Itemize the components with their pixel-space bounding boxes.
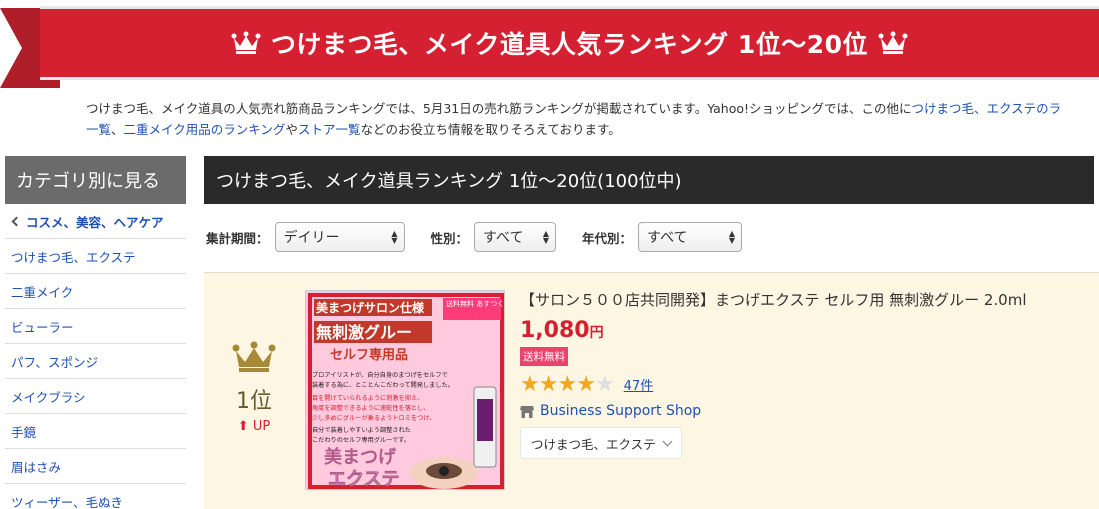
star-icon: ★: [557, 372, 577, 397]
description-line-2: 一覧、二重メイク用品のランキングやストア一覧などのお役立ち情報を取りそろえており…: [86, 119, 1099, 140]
list-link[interactable]: 一覧: [86, 122, 111, 137]
product-info: 【サロン５００店共同開発】まつげエクステ セルフ用 無刺激グルー 2.0ml 1…: [520, 289, 1095, 459]
sidebar-item-label: コスメ、美容、ヘアケア: [26, 214, 164, 230]
product-image-graphic: 美まつげサロン仕様 送料無料 あすつく対応 無刺激グルー セルフ専用品 プロアイ…: [306, 291, 505, 490]
description-line-1: つけまつ毛、メイク道具の人気売れ筋商品ランキングでは、5月31日の売れ筋ランキン…: [86, 98, 1099, 119]
sidebar-item-mirror[interactable]: 手鏡: [5, 414, 186, 449]
sidebar-heading: カテゴリ別に見る: [5, 156, 186, 204]
image-body-4: 角度を調整できるように速乾性を落とし、: [312, 404, 429, 412]
star-empty-icon: ★: [594, 372, 615, 397]
rating-stars: ★★★★★: [520, 372, 615, 397]
banner: つけまつ毛、メイク道具人気ランキング 1位〜20位: [0, 0, 1099, 88]
description-text: つけまつ毛、メイク道具の人気売れ筋商品ランキングでは、5月31日の売れ筋ランキン…: [86, 101, 912, 116]
image-brand-2: エクステ: [328, 469, 399, 490]
shop-row: Business Support Shop: [520, 403, 1095, 419]
double-eyelid-ranking-link[interactable]: 二重メイク用品のランキング: [124, 122, 286, 137]
age-label: 年代別：: [582, 230, 633, 246]
gender-select[interactable]: すべて ▲ ▼: [474, 222, 557, 252]
period-label: 集計期間：: [206, 230, 269, 246]
category-tag[interactable]: つけまつ毛、エクステ: [520, 427, 682, 459]
product-price: 1,080円: [520, 318, 1095, 343]
image-side-label: 送料無料 あすつく対応: [446, 299, 505, 308]
connector-text: や: [285, 122, 298, 137]
image-body-3: 目を開けていられるように刺激を抑え、: [312, 394, 423, 402]
product-rating: ★★★★★ 47件: [520, 372, 1095, 397]
ranking-description: つけまつ毛、メイク道具の人気売れ筋商品ランキングでは、5月31日の売れ筋ランキン…: [86, 98, 1099, 140]
star-icon: ★: [576, 372, 596, 397]
sidebar-item-label: パフ、スポンジ: [11, 354, 99, 370]
ranking-item: 1位 ⬆ UP 美まつげサロン仕様 送料無料 あすつく対応 無刺激グルー セルフ…: [204, 272, 1099, 509]
image-top-label: 美まつげサロン仕様: [316, 300, 425, 315]
star-icon: ★: [520, 372, 540, 397]
banner-title: つけまつ毛、メイク道具人気ランキング 1位〜20位: [270, 30, 869, 59]
sidebar-item-label: 二重メイク: [11, 284, 74, 300]
select-arrows-icon: ▲ ▼: [391, 229, 398, 245]
price-unit: 円: [589, 325, 604, 341]
rank-change: ⬆ UP: [230, 419, 278, 434]
shop-link[interactable]: Business Support Shop: [540, 403, 701, 419]
sidebar-item-label: 眉はさみ: [11, 459, 62, 475]
select-arrows-icon: ▲ ▼: [728, 229, 736, 245]
age-select[interactable]: すべて ▲ ▼: [638, 222, 743, 252]
price-value: 1,080: [520, 318, 590, 343]
review-count-link[interactable]: 47件: [624, 375, 654, 394]
filter-bar: 集計期間： デイリー ▲ ▼ 性別： すべて ▲ ▼ 年代別： すべて ▲ ▼: [206, 222, 768, 252]
sidebar-item-puff[interactable]: パフ、スポンジ: [5, 344, 186, 379]
sidebar-item-scissors[interactable]: 眉はさみ: [5, 449, 186, 484]
banner-heading: つけまつ毛、メイク道具人気ランキング 1位〜20位: [231, 25, 908, 61]
separator-text: 、: [111, 122, 124, 137]
sidebar-item-tweezers[interactable]: ツィーザー、毛ぬき: [5, 484, 186, 509]
crown-icon: [231, 31, 261, 54]
ranking-heading: つけまつ毛、メイク道具ランキング 1位〜20位(100位中): [204, 156, 1094, 204]
period-select[interactable]: デイリー ▲ ▼: [274, 222, 405, 252]
sidebar-item-label: 手鏡: [11, 424, 37, 440]
chevron-left-icon: [11, 216, 22, 226]
description-tail: などのお役立ち情報を取りそろえております。: [360, 122, 621, 137]
rank-change-label: UP: [252, 419, 271, 434]
sidebar-item-label: メイクブラシ: [11, 389, 86, 405]
sidebar-item-curler[interactable]: ビューラー: [5, 309, 186, 344]
chevron-down-icon: [662, 436, 673, 446]
banner-bar: つけまつ毛、メイク道具人気ランキング 1位〜20位: [40, 6, 1099, 80]
rank-number: 1位: [236, 389, 272, 414]
crown-icon: [232, 341, 276, 372]
period-select-value: デイリー: [283, 230, 340, 246]
sidebar-item-parent[interactable]: コスメ、美容、ヘアケア: [5, 204, 186, 239]
image-brand-1: 美まつげ: [324, 446, 397, 468]
sidebar-item-eyelash[interactable]: つけまつ毛、エクステ: [5, 239, 186, 274]
category-tag-label: つけまつ毛、エクステ: [531, 436, 656, 452]
arrow-up-icon: ⬆: [237, 419, 249, 434]
product-image[interactable]: 美まつげサロン仕様 送料無料 あすつく対応 無刺激グルー セルフ専用品 プロアイ…: [305, 290, 505, 490]
image-body-6: 自分で装着しやすいよう調整された: [312, 426, 411, 434]
sidebar-item-double-eyelid[interactable]: 二重メイク: [5, 274, 186, 309]
image-body-2: 装着する為に、とことんこだわって開発しました。: [312, 381, 454, 389]
sidebar-item-label: ツィーザー、毛ぬき: [11, 494, 123, 509]
star-icon: ★: [538, 372, 559, 397]
image-body-5: 少し多めにグルーが乗るようトロミをつけ、: [312, 414, 435, 422]
image-body-7: こだわりのセルフ専用グルーです。: [312, 436, 410, 444]
sidebar-item-label: ビューラー: [11, 319, 74, 335]
sidebar-item-brush[interactable]: メイクブラシ: [5, 379, 186, 414]
eyelash-ranking-link[interactable]: つけまつ毛、エクステのラ: [912, 101, 1062, 116]
category-sidebar: カテゴリ別に見る コスメ、美容、ヘアケア つけまつ毛、エクステ 二重メイク ビュ…: [5, 156, 186, 509]
image-subhead: セルフ専用品: [330, 347, 408, 363]
store-icon: [520, 405, 534, 418]
crown-icon: [878, 31, 908, 54]
age-select-value: すべて: [647, 230, 688, 246]
select-arrows-icon: ▲ ▼: [542, 229, 550, 245]
category-list: コスメ、美容、ヘアケア つけまつ毛、エクステ 二重メイク ビューラー パフ、スポ…: [5, 204, 186, 509]
rank-box: 1位 ⬆ UP: [230, 341, 278, 434]
product-title[interactable]: 【サロン５００店共同開発】まつげエクステ セルフ用 無刺激グルー 2.0ml: [520, 289, 1095, 310]
free-shipping-badge: 送料無料: [520, 347, 568, 366]
gender-label: 性別：: [430, 230, 469, 246]
image-headline: 無刺激グルー: [316, 323, 412, 342]
sidebar-item-label: つけまつ毛、エクステ: [11, 249, 136, 265]
image-body-1: プロアイリストが、自分自身のまつげをセルフで: [312, 371, 448, 379]
gender-select-value: すべて: [483, 230, 524, 246]
store-list-link[interactable]: ストア一覧: [298, 122, 361, 137]
